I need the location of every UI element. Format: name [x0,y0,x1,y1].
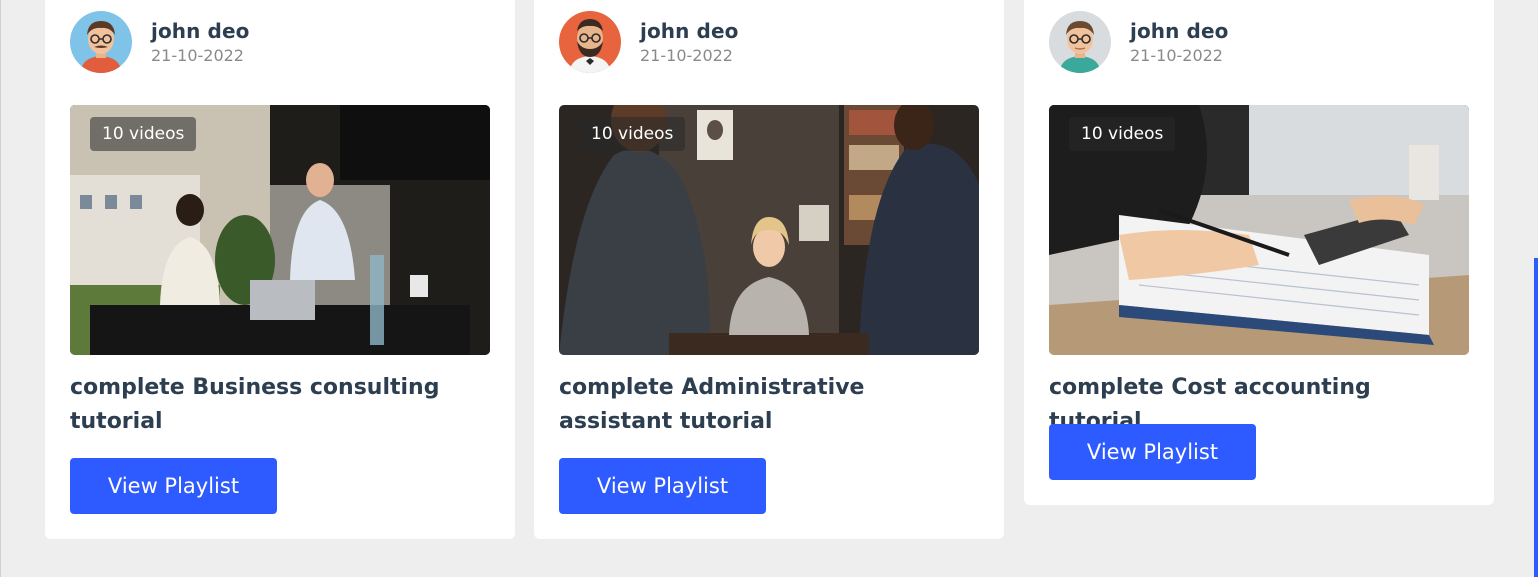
tutor-text: john deo 21-10-2022 [151,19,249,66]
tutor-name: john deo [640,18,739,43]
playlist-title: complete Business consulting tutorial [70,375,440,434]
post-date: 21-10-2022 [151,45,244,65]
playlist-card: john deo 21-10-2022 10 videos complete A… [534,0,1004,539]
tutor-name: john deo [151,18,250,43]
playlist-title: complete Administrative assistant tutori… [559,375,865,434]
view-playlist-button[interactable]: View Playlist [559,458,766,514]
playlist-card: john deo 21-10-2022 10 videos complete C… [1024,0,1494,505]
tutor-name: john deo [1130,18,1229,43]
playlist-thumbnail[interactable]: 10 videos [70,105,490,355]
tutor-info: john deo 21-10-2022 [1049,11,1228,73]
tutor-avatar[interactable] [70,11,132,73]
tutor-text: john deo 21-10-2022 [640,19,738,66]
playlist-thumbnail[interactable]: 10 videos [1049,105,1469,355]
post-date: 21-10-2022 [640,45,733,65]
tutor-avatar[interactable] [1049,11,1111,73]
tutor-info: john deo 21-10-2022 [559,11,738,73]
video-count-badge: 10 videos [90,117,197,151]
view-playlist-button[interactable]: View Playlist [1049,424,1256,480]
video-count-badge: 10 videos [1069,117,1176,151]
tutor-avatar[interactable] [559,11,621,73]
scrollbar[interactable] [1534,258,1538,577]
playlist-thumbnail[interactable]: 10 videos [559,105,979,355]
post-date: 21-10-2022 [1130,45,1223,65]
tutor-info: john deo 21-10-2022 [70,11,249,73]
playlist-card: john deo 21-10-2022 10 videos complete B… [45,0,515,539]
view-playlist-button[interactable]: View Playlist [70,458,277,514]
video-count-badge: 10 videos [579,117,686,151]
tutor-text: john deo 21-10-2022 [1130,19,1228,66]
